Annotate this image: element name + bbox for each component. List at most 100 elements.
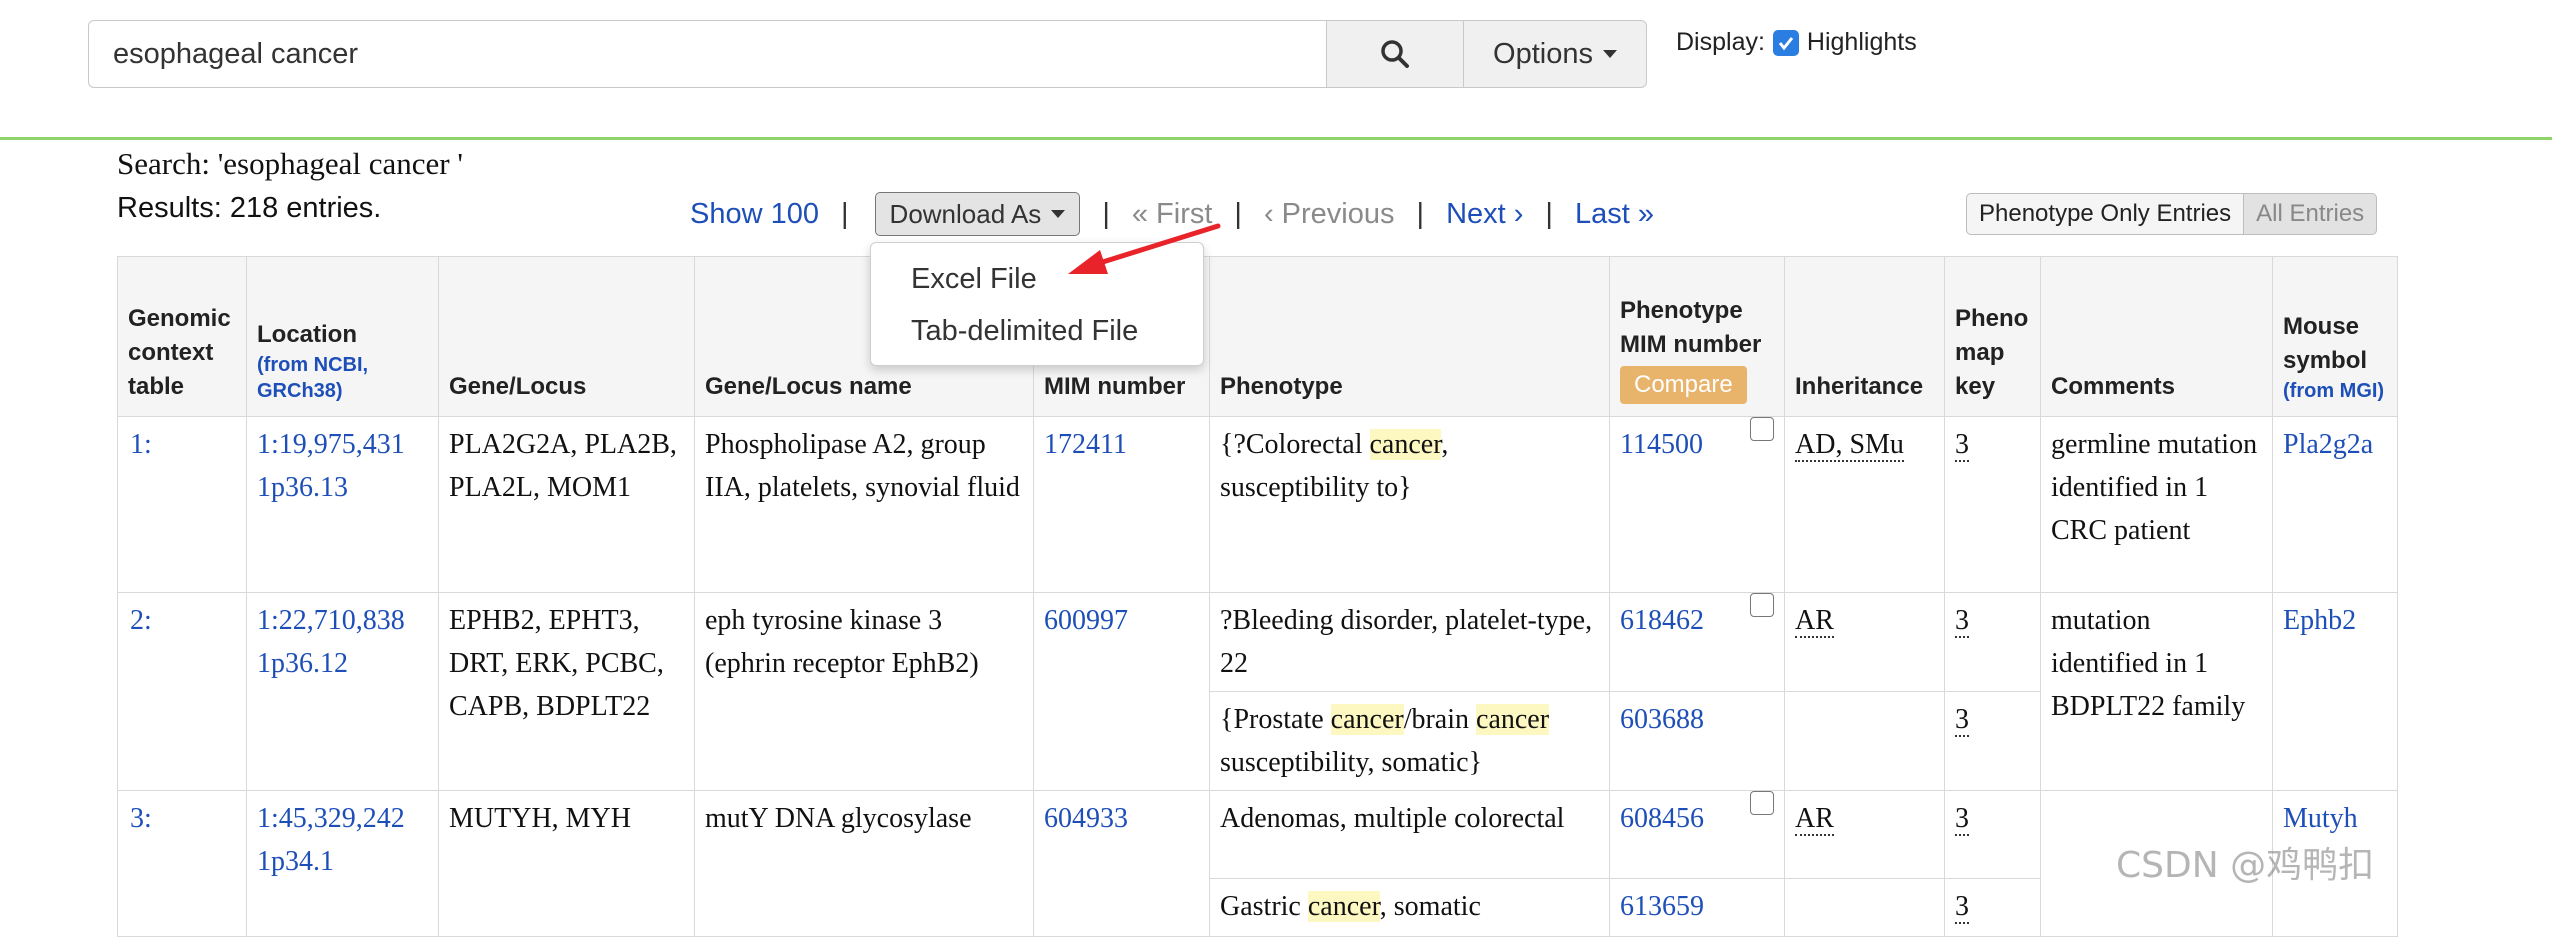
header-mouse-symbol: Mouse symbol (from MGI) [2272,256,2398,417]
highlighted-term: cancer [1330,704,1404,735]
header-location-label: Location [257,321,357,348]
red-arrow-annotation [1068,223,1221,274]
next-page-link[interactable]: Next › [1446,198,1523,231]
inheritance [1784,878,1945,937]
phenotype-mim-link[interactable]: 613659 [1620,891,1704,922]
phenotype-mim-link[interactable]: 618462 [1620,599,1704,642]
search-summary: Search: 'esophageal cancer ' [117,146,463,181]
search-button[interactable] [1326,20,1464,88]
pheno-map-key: 3 [1955,605,1969,638]
location-link[interactable]: 1:22,710,838 [257,605,405,636]
gene-locus: PLA2G2A, PLA2B, PLA2L, MOM1 [438,416,695,593]
inheritance: AR [1795,803,1834,836]
pheno-map-key: 3 [1955,704,1969,737]
location-link[interactable]: 1:45,329,242 [257,803,405,834]
display-options: Display: Highlights [1676,28,1917,57]
all-entries-button[interactable]: All Entries [2244,193,2378,235]
compare-checkbox[interactable] [1750,593,1774,617]
phenotype-mim-link[interactable]: 114500 [1620,423,1703,466]
last-page-link[interactable]: Last » [1575,198,1654,231]
genomic-context-link[interactable]: 2: [130,605,152,636]
pager-separator: | [1416,197,1425,230]
mim-number-link[interactable]: 172411 [1044,429,1127,460]
pheno-map-key: 3 [1955,803,1969,836]
mim-number-link[interactable]: 600997 [1044,605,1128,636]
location-link[interactable]: 1:19,975,431 [257,429,405,460]
table-header-row: Genomic context table Location (from NCB… [117,256,2398,417]
options-label: Options [1493,37,1593,70]
download-tab-delimited-item[interactable]: Tab-delimited File [871,305,1203,357]
mim-number-link[interactable]: 604933 [1044,803,1128,834]
header-mouse-source: (from MGI) [2283,380,2385,402]
phenotype-mim-link[interactable]: 608456 [1620,797,1704,840]
header-gene-locus: Gene/Locus [438,256,695,417]
pager-separator: | [1545,197,1553,230]
show-100-link[interactable]: Show 100 [690,198,819,231]
header-divider [0,137,2552,140]
header-inheritance: Inheritance [1784,256,1945,417]
header-location-source: (from NCBI, GRCh38) [257,354,369,402]
genomic-context-link[interactable]: 1: [130,429,152,460]
gene-locus: MUTYH, MYH [438,790,695,937]
header-mouse-symbol-label: Mouse symbol [2283,313,2368,374]
header-phenotype-mim-label: Phenotype MIM number [1620,297,1762,358]
phenotype-mim-link[interactable]: 603688 [1620,704,1704,735]
pheno-map-key: 3 [1955,891,1969,924]
gene-locus: EPHB2, EPHT3, DRT, ERK, PCBC, CAPB, BDPL… [438,592,695,791]
highlights-checkbox[interactable] [1772,29,1799,56]
options-button[interactable]: Options [1463,20,1647,88]
header-phenotype-mim: Phenotype MIM number Compare [1609,256,1785,417]
download-as-button[interactable]: Download As [874,192,1081,236]
phenotype-text: /brain [1403,704,1477,735]
search-icon [1381,40,1409,68]
cyto-band-link[interactable]: 1p36.12 [257,648,348,679]
previous-page-link[interactable]: ‹ Previous [1264,198,1395,231]
inheritance: AR [1795,605,1834,638]
compare-button[interactable]: Compare [1620,366,1747,404]
mouse-symbol-link[interactable]: Pla2g2a [2283,429,2373,460]
phenotype: ?Bleeding disorder, platelet-type, 22 [1209,592,1610,692]
inheritance: AD, SMu [1795,429,1904,462]
highlighted-term: cancer [1476,704,1550,735]
phenotype-only-button[interactable]: Phenotype Only Entries [1966,193,2245,235]
compare-checkbox[interactable] [1750,417,1774,441]
results-count: Results: 218 entries. [117,192,382,224]
table-row: 1: 1:19,975,431 1p36.13 PLA2G2A, PLA2B, … [117,416,2398,593]
phenotype: {Prostate cancer/brain cancer susceptibi… [1209,691,1610,791]
phenotype-text: {?Colorectal [1220,429,1370,460]
mouse-symbol-link[interactable]: Mutyh [2283,803,2358,834]
genomic-context-link[interactable]: 3: [130,803,152,834]
chevron-down-icon [1051,210,1066,218]
table-row: 3: 1:45,329,242 1p34.1 MUTYH, MYH mutY D… [117,790,2398,937]
header-phenotype: Phenotype [1209,256,1610,417]
comments: mutation identified in 1 BDPLT22 family [2040,592,2273,791]
phenotype: {?Colorectal cancer, susceptibility to} [1209,416,1610,593]
display-label: Display: [1676,28,1765,56]
header-genomic-context: Genomic context table [117,256,247,417]
mouse-symbol-link[interactable]: Ephb2 [2283,605,2356,636]
table-row: 2: 1:22,710,838 1p36.12 EPHB2, EPHT3, DR… [117,592,2398,791]
pager-separator: | [841,197,849,230]
phenotype-text: susceptibility, somatic} [1220,747,1483,778]
highlights-label: Highlights [1806,28,1917,56]
comments: germline mutation identified in 1 CRC pa… [2040,416,2273,593]
phenotype: Adenomas, multiple colorectal [1209,790,1610,879]
pheno-map-key: 3 [1955,429,1969,462]
view-toggle: Phenotype Only Entries All Entries [1966,193,2378,235]
cyto-band-link[interactable]: 1p36.13 [257,472,348,503]
phenotype: Gastric cancer, somatic [1209,878,1610,937]
highlighted-term: cancer [1307,891,1380,922]
cyto-band-link[interactable]: 1p34.1 [257,846,334,877]
compare-checkbox[interactable] [1750,791,1774,815]
inheritance [1784,691,1945,791]
header-comments: Comments [2040,256,2273,417]
header-pheno-map-key: Pheno map key [1944,256,2041,417]
check-icon [1778,36,1794,50]
phenotype-text: Gastric [1220,891,1308,922]
search-input[interactable] [88,20,1328,88]
chevron-down-icon [1602,50,1617,58]
download-as-label: Download As [889,198,1042,229]
gene-locus-name: mutY DNA glycosylase [694,790,1034,937]
header-location: Location (from NCBI, GRCh38) [246,256,439,417]
phenotype-text: , somatic [1379,891,1481,922]
